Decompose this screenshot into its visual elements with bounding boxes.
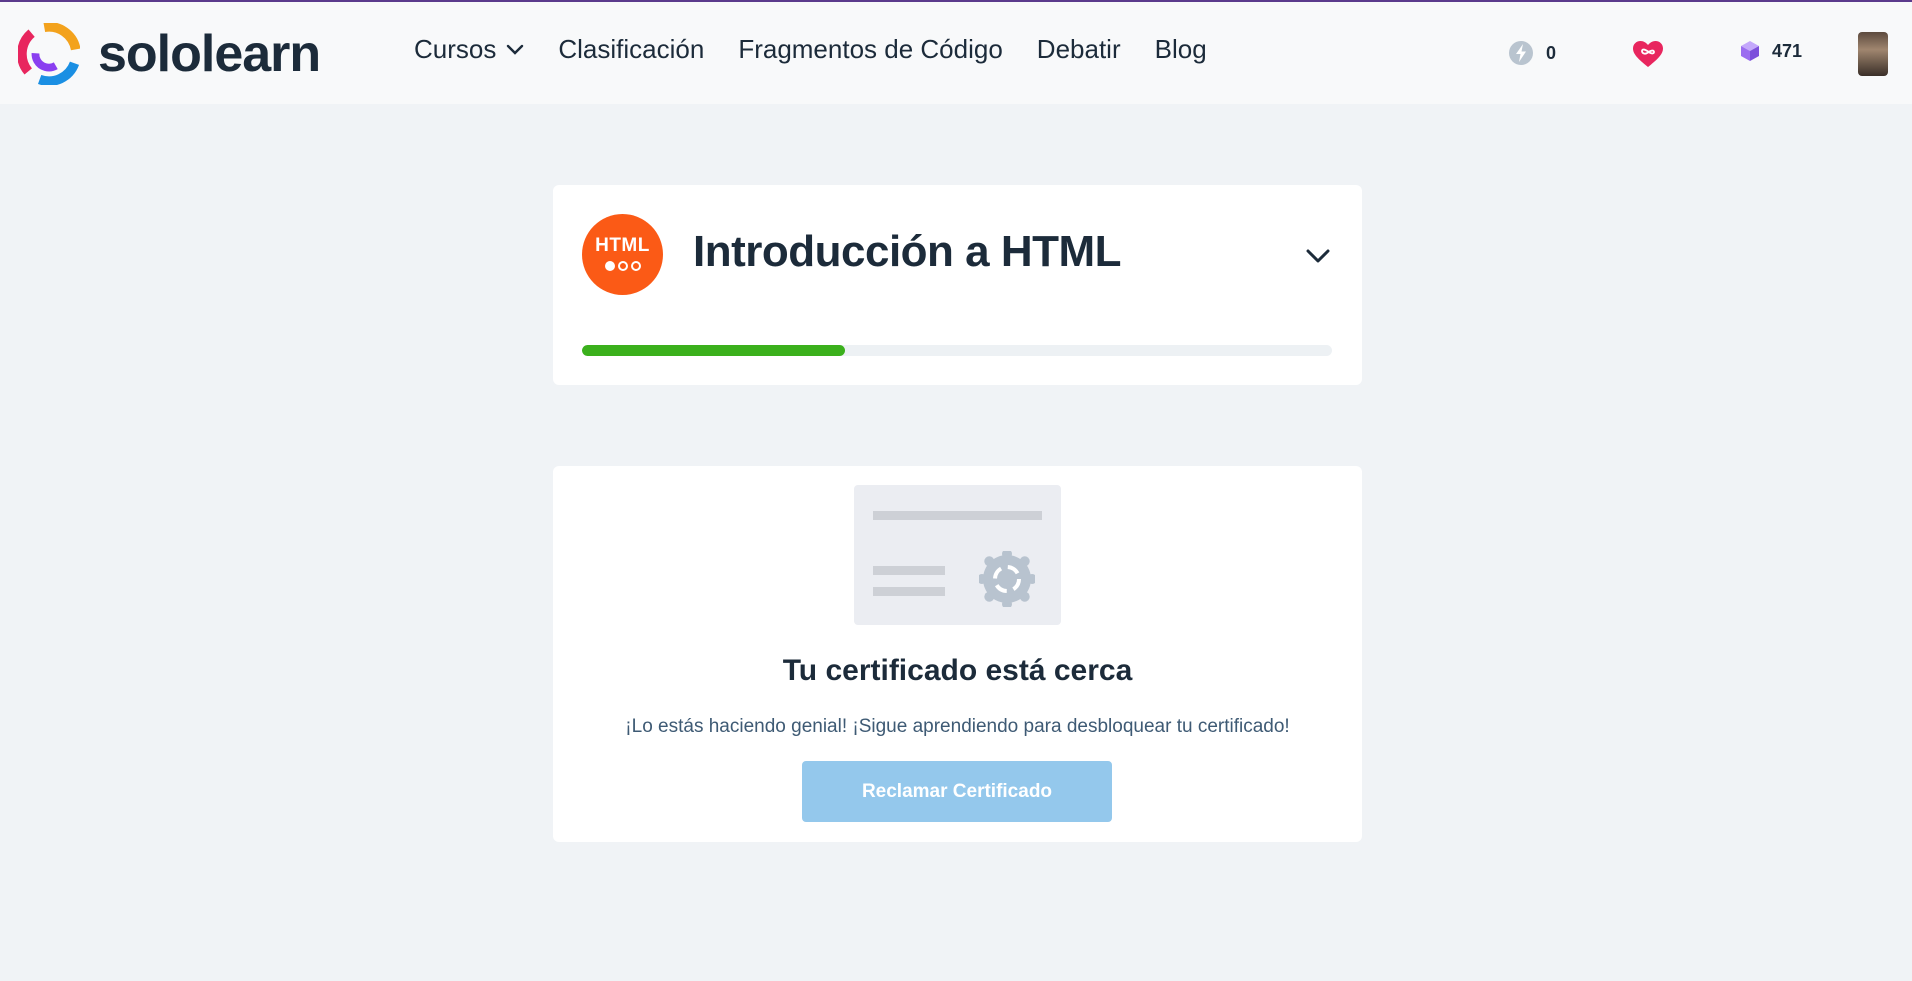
nav-debatir-label: Debatir: [1036, 34, 1121, 64]
html-course-badge: HTML: [582, 214, 663, 295]
certificate-illustration: [854, 485, 1061, 625]
course-progress-fill: [582, 345, 845, 356]
claim-certificate-button[interactable]: Reclamar Certificado: [802, 761, 1112, 822]
nav-cursos-label: Cursos: [414, 34, 497, 64]
gems-counter[interactable]: 471: [1740, 40, 1802, 62]
sololearn-logo-icon: [18, 23, 80, 85]
top-navigation-bar: sololearn Cursos Clasificación Fragmento…: [0, 0, 1912, 104]
nav-cursos[interactable]: Cursos: [414, 34, 524, 65]
user-avatar[interactable]: [1858, 32, 1888, 76]
level-dot-empty: [630, 260, 641, 271]
certificate-card: Tu certificado está cerca ¡Lo estás haci…: [553, 466, 1362, 842]
course-card: HTML Introducción a HTML: [553, 185, 1362, 385]
nav-clasificacion-label: Clasificación: [558, 34, 705, 64]
certificate-line: [873, 587, 945, 596]
course-level-dots: [603, 260, 642, 271]
gem-cube-icon: [1741, 41, 1759, 61]
gems-value: 471: [1772, 40, 1803, 61]
course-progress-bar: [582, 345, 1332, 356]
nav-clasificacion[interactable]: Clasificación: [558, 34, 704, 65]
main-nav: Cursos Clasificación Fragmentos de Códig…: [414, 34, 1241, 65]
certificate-seal-icon: [979, 551, 1035, 607]
energy-value: 0: [1546, 42, 1557, 63]
nav-blog[interactable]: Blog: [1155, 34, 1207, 65]
certificate-line: [873, 566, 945, 575]
certificate-line: [873, 511, 1042, 520]
logo-text: sololearn: [98, 25, 321, 83]
chevron-down-icon: [507, 44, 524, 55]
nav-fragmentos-label: Fragmentos de Código: [738, 34, 1003, 64]
nav-debatir[interactable]: Debatir: [1037, 34, 1121, 65]
certificate-title: Tu certificado está cerca: [782, 654, 1133, 687]
lightning-icon: [1509, 41, 1533, 65]
certificate-subtitle: ¡Lo estás haciendo genial! ¡Sigue aprend…: [625, 716, 1290, 737]
energy-counter[interactable]: 0: [1508, 40, 1556, 66]
course-badge-label: HTML: [595, 234, 650, 256]
chevron-down-icon[interactable]: [1305, 247, 1331, 265]
level-dot-empty: [617, 260, 628, 271]
nav-blog-label: Blog: [1154, 34, 1207, 64]
level-dot-filled: [604, 260, 615, 271]
infinity-heart-icon: [1633, 41, 1663, 67]
nav-fragmentos[interactable]: Fragmentos de Código: [738, 34, 1002, 65]
course-title: Introducción a HTML: [693, 227, 1122, 276]
hearts-counter[interactable]: [1632, 40, 1676, 68]
sololearn-logo[interactable]: sololearn: [18, 22, 321, 86]
